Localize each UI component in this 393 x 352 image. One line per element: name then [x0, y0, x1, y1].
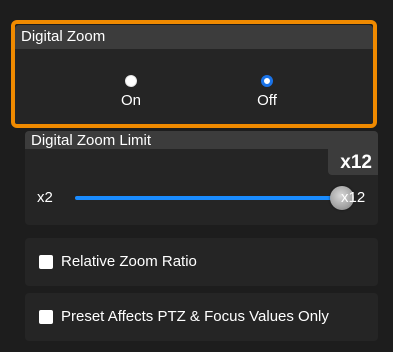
camera-settings-panel: Digital Zoom On Off Digital Zoom Limit x…: [0, 0, 393, 352]
digital-zoom-title: Digital Zoom: [21, 28, 106, 45]
zoom-limit-slider-track[interactable]: [75, 196, 343, 200]
digital-zoom-section: Digital Zoom On Off: [15, 25, 373, 125]
digital-zoom-off-radio[interactable]: [261, 75, 273, 87]
digital-zoom-limit-title: Digital Zoom Limit: [31, 132, 152, 149]
relative-zoom-ratio-checkbox[interactable]: [39, 255, 53, 269]
digital-zoom-limit-header: Digital Zoom Limit: [25, 131, 378, 149]
relative-zoom-ratio-row[interactable]: Relative Zoom Ratio: [25, 238, 378, 286]
zoom-limit-min-label: x2: [37, 189, 53, 206]
zoom-limit-max-label: x12: [341, 189, 366, 206]
zoom-limit-value: x12: [340, 152, 372, 173]
digital-zoom-off-label: Off: [257, 92, 277, 109]
preset-affects-checkbox[interactable]: [39, 310, 53, 324]
digital-zoom-limit-section: Digital Zoom Limit x12 x2 x12: [25, 131, 378, 225]
preset-affects-row[interactable]: Preset Affects PTZ & Focus Values Only: [25, 293, 378, 341]
digital-zoom-on-radio[interactable]: [125, 75, 137, 87]
digital-zoom-header: Digital Zoom: [15, 25, 373, 49]
digital-zoom-off-option[interactable]: Off: [237, 75, 297, 115]
relative-zoom-ratio-label: Relative Zoom Ratio: [61, 253, 197, 270]
digital-zoom-on-option[interactable]: On: [101, 75, 161, 115]
digital-zoom-on-label: On: [120, 92, 141, 109]
preset-affects-label: Preset Affects PTZ & Focus Values Only: [61, 308, 329, 325]
zoom-limit-value-box: x12: [328, 149, 378, 175]
